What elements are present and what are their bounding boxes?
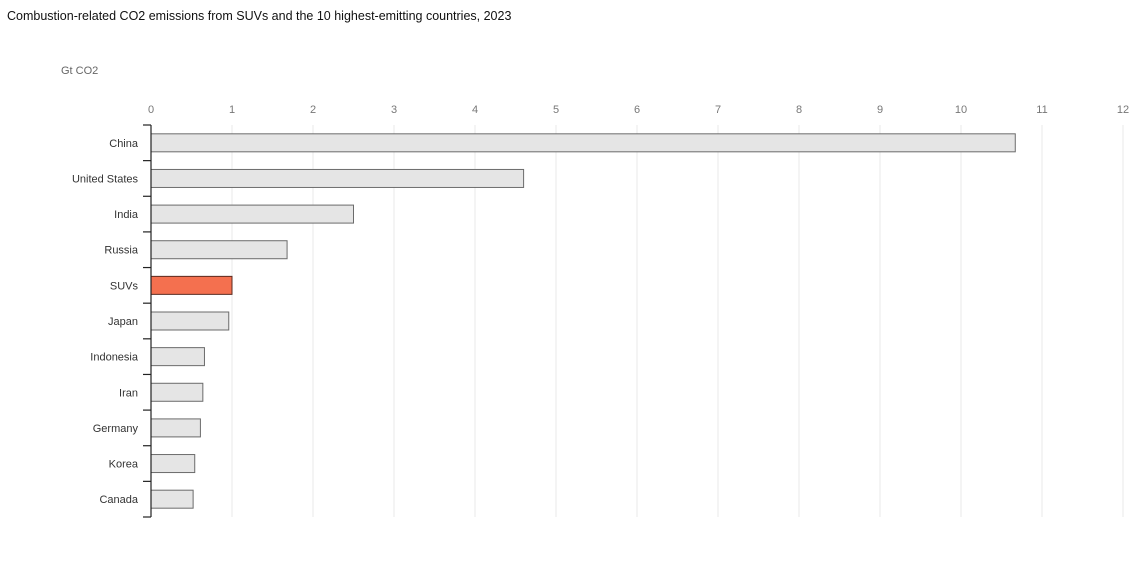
x-tick-label-8: 8: [796, 104, 802, 116]
x-tick-label-4: 4: [472, 104, 478, 116]
bars: [150, 133, 1016, 509]
x-tick-label-6: 6: [634, 104, 640, 116]
category-label-korea: Korea: [109, 459, 139, 471]
x-tick-label-11: 11: [1036, 104, 1047, 116]
category-label-iran: Iran: [119, 387, 138, 399]
x-tick-label-3: 3: [391, 104, 397, 116]
bar-japan[interactable]: [150, 311, 230, 331]
x-tick-label-7: 7: [715, 104, 721, 116]
bar-india[interactable]: [150, 204, 354, 224]
bar-germany[interactable]: [150, 418, 201, 438]
x-tick-label-0: 0: [148, 104, 154, 116]
bar-chart: 0 1 2 3 4 5 6 7 8 9 10 11 12 ChinaUnited StatesIndia…: [72, 104, 1129, 518]
category-label-russia: Russia: [104, 245, 139, 257]
x-tick-label-1: 1: [229, 104, 235, 116]
category-label-china: China: [109, 138, 139, 150]
category-label-canada: Canada: [99, 494, 138, 506]
x-tick-label-5: 5: [553, 104, 559, 116]
category-labels: China United States India Russia SUVs Japan In…: [72, 138, 139, 506]
x-tick-label-2: 2: [310, 104, 316, 116]
category-label-germany: Germany: [93, 423, 139, 435]
bar-korea[interactable]: [150, 454, 196, 474]
x-tick-label-9: 9: [877, 104, 883, 116]
bar-china[interactable]: [150, 133, 1016, 153]
category-label-united-states: United States: [72, 173, 139, 185]
x-tick-labels: 0 1 2 3 4 5 6 7 8 9 10 11 12: [148, 104, 1129, 116]
x-tick-label-10: 10: [955, 104, 967, 116]
category-label-india: India: [114, 209, 139, 221]
bar-canada[interactable]: [150, 489, 194, 509]
bar-iran[interactable]: [150, 382, 204, 402]
y-axis: [143, 124, 152, 518]
bar-suvs[interactable]: [150, 275, 233, 295]
x-tick-label-12: 12: [1117, 104, 1129, 116]
category-label-japan: Japan: [108, 316, 138, 328]
bar-united-states[interactable]: [150, 168, 525, 188]
category-label-indonesia: Indonesia: [90, 352, 139, 364]
bar-russia[interactable]: [150, 240, 288, 260]
category-label-suvs: SUVs: [110, 280, 139, 292]
bar-indonesia[interactable]: [150, 347, 205, 367]
